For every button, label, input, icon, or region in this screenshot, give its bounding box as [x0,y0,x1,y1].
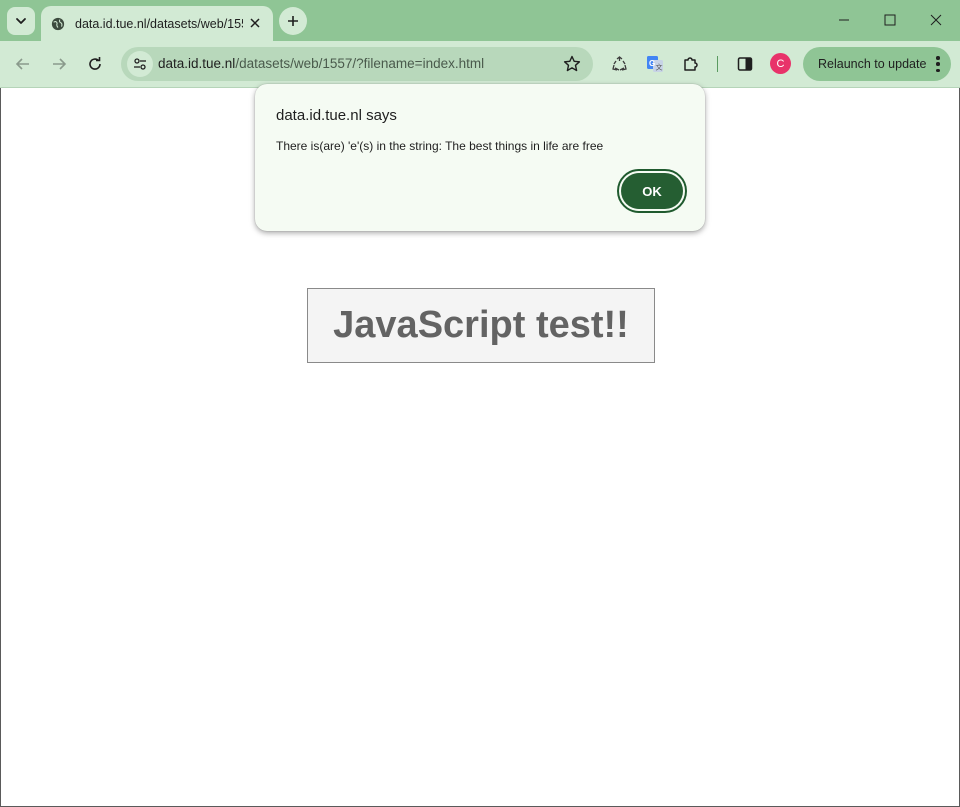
recycle-icon [611,55,627,71]
browser-toolbar: data.id.tue.nl/datasets/web/1557/?filena… [0,41,960,88]
reload-icon [89,57,101,70]
dialog-title: data.id.tue.nl says [276,107,397,124]
tab-strip: data.id.tue.nl/datasets/web/1557/?filena… [0,0,960,41]
forward-button[interactable] [44,49,74,79]
globe-icon [51,17,65,30]
url-text[interactable]: data.id.tue.nl/datasets/web/1557/?filena… [158,56,484,71]
address-bar[interactable]: data.id.tue.nl/datasets/web/1557/?filena… [121,47,593,81]
window-close-icon [930,14,942,26]
page-heading: JavaScript test!! [307,288,655,363]
close-icon [250,18,260,28]
toolbar-divider [717,56,718,72]
tab-search-button[interactable] [7,7,35,35]
svg-text:G: G [649,59,655,68]
extensions-button[interactable] [676,49,706,79]
more-icon[interactable] [935,56,941,72]
relaunch-button[interactable]: Relaunch to update [803,47,951,81]
ok-button[interactable]: OK [617,169,687,213]
bookmark-button[interactable] [563,55,581,73]
reload-button[interactable] [80,49,110,79]
maximize-button[interactable] [867,0,913,40]
recycle-extension-button[interactable] [604,49,634,79]
alert-dialog: data.id.tue.nl says There is(are) 'e'(s)… [255,84,705,231]
profile-avatar[interactable]: C [770,53,791,74]
plus-icon [288,16,298,26]
minimize-button[interactable] [821,0,867,40]
minimize-icon [839,19,849,21]
extensions-icon [684,57,698,71]
side-panel-button[interactable] [730,49,760,79]
ok-button-label: OK [621,173,683,209]
forward-icon [53,58,67,70]
site-info-icon [134,58,146,70]
tab-title: data.id.tue.nl/datasets/web/1557/?filena… [75,16,243,31]
active-tab[interactable]: data.id.tue.nl/datasets/web/1557/?filena… [41,6,273,41]
google-translate-icon: G文 [647,56,663,72]
svg-text:文: 文 [656,63,663,72]
maximize-icon [884,14,896,26]
back-button[interactable] [8,49,38,79]
window-close-button[interactable] [913,0,959,40]
relaunch-label: Relaunch to update [818,57,927,71]
dialog-message: There is(are) 'e'(s) in the string: The … [276,139,604,153]
site-info-button[interactable] [127,51,153,77]
google-translate-button[interactable]: G文 [640,49,670,79]
url-host: data.id.tue.nl [158,56,236,71]
url-path: /datasets/web/1557/?filename=index.html [235,56,485,71]
tab-close-button[interactable] [247,15,263,31]
tab-search-icon [16,18,26,24]
star-icon [563,55,581,72]
new-tab-button[interactable] [279,7,307,35]
side-panel-icon [737,57,753,71]
back-icon [15,58,29,70]
